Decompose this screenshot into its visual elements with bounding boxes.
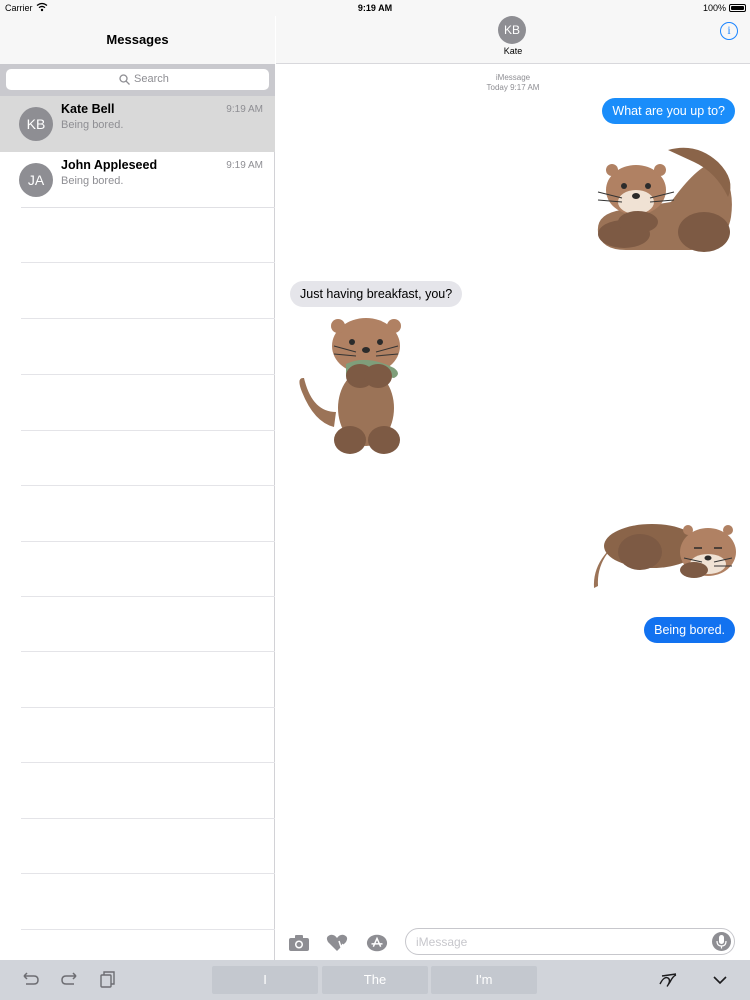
message-bubble-sent[interactable]: Being bored.: [644, 617, 735, 643]
digital-touch-icon[interactable]: [326, 933, 348, 953]
handwriting-icon[interactable]: [658, 970, 678, 990]
avatar: KB: [19, 107, 53, 141]
compose-bar: iMessage: [276, 926, 750, 960]
row-divider: [21, 374, 275, 375]
dismiss-keyboard-icon[interactable]: [710, 970, 730, 990]
conversation-row-kate-bell[interactable]: KB Kate Bell Being bored. 9:19 AM: [0, 96, 275, 152]
message-preview: Being bored.: [61, 175, 124, 187]
row-divider: [21, 318, 275, 319]
row-divider: [21, 651, 275, 652]
page-title: Messages: [106, 32, 169, 47]
message-input[interactable]: iMessage: [405, 928, 735, 955]
row-divider: [21, 873, 275, 874]
avatar: JA: [19, 163, 53, 197]
row-divider: [21, 541, 275, 542]
suggestion-1[interactable]: I: [212, 966, 318, 994]
contact-name: John Appleseed: [61, 158, 158, 172]
search-bar: Search: [0, 64, 275, 96]
service-label: iMessage: [495, 73, 531, 82]
suggestion-2[interactable]: The: [322, 966, 428, 994]
contact-name[interactable]: Kate: [276, 46, 750, 56]
conversation-header: KB Kate i: [276, 16, 750, 64]
row-divider: [21, 929, 275, 930]
microphone-icon[interactable]: [712, 932, 731, 951]
redo-icon[interactable]: [60, 970, 80, 990]
conversation-timestamp: Today 9:17 AM: [486, 83, 540, 92]
app-store-icon[interactable]: [366, 933, 388, 953]
row-divider: [21, 818, 275, 819]
battery-icon: [729, 4, 746, 12]
conversation-list-pane: Messages Search KB Kate Bell Being bored…: [0, 0, 275, 960]
row-divider: [21, 485, 275, 486]
contact-avatar[interactable]: KB: [498, 16, 526, 44]
row-divider: [21, 430, 275, 431]
conversation-row-john-appleseed[interactable]: JA John Appleseed Being bored. 9:19 AM: [0, 152, 275, 208]
search-placeholder: Search: [134, 73, 169, 85]
row-divider: [21, 207, 275, 208]
otter-eating-fish-sticker[interactable]: [294, 312, 416, 458]
row-divider: [21, 262, 275, 263]
undo-icon[interactable]: [20, 970, 40, 990]
row-divider: [21, 707, 275, 708]
search-input[interactable]: Search: [6, 69, 269, 90]
suggestion-3[interactable]: I'm: [431, 966, 537, 994]
message-preview: Being bored.: [61, 119, 124, 131]
status-bar: Carrier 9:19 AM 100%: [0, 0, 750, 16]
status-time: 9:19 AM: [357, 3, 393, 13]
message-bubble-sent[interactable]: What are you up to?: [602, 98, 735, 124]
otter-sleeping-sticker[interactable]: [590, 514, 740, 592]
message-input-placeholder: iMessage: [416, 935, 468, 949]
row-divider: [21, 762, 275, 763]
battery-percent: 100%: [702, 3, 726, 13]
message-time: 9:19 AM: [226, 160, 263, 171]
search-icon: [119, 74, 130, 85]
messages-header: Messages: [0, 16, 275, 64]
message-bubble-received[interactable]: Just having breakfast, you?: [290, 281, 463, 307]
otter-lying-sticker[interactable]: [586, 142, 738, 258]
contact-name: Kate Bell: [61, 102, 115, 116]
row-divider: [21, 596, 275, 597]
camera-icon[interactable]: [288, 933, 310, 953]
paste-icon[interactable]: [98, 970, 118, 990]
keyboard-shortcut-bar: I The I'm: [0, 960, 750, 1000]
info-icon[interactable]: i: [720, 22, 738, 40]
message-time: 9:19 AM: [226, 104, 263, 115]
